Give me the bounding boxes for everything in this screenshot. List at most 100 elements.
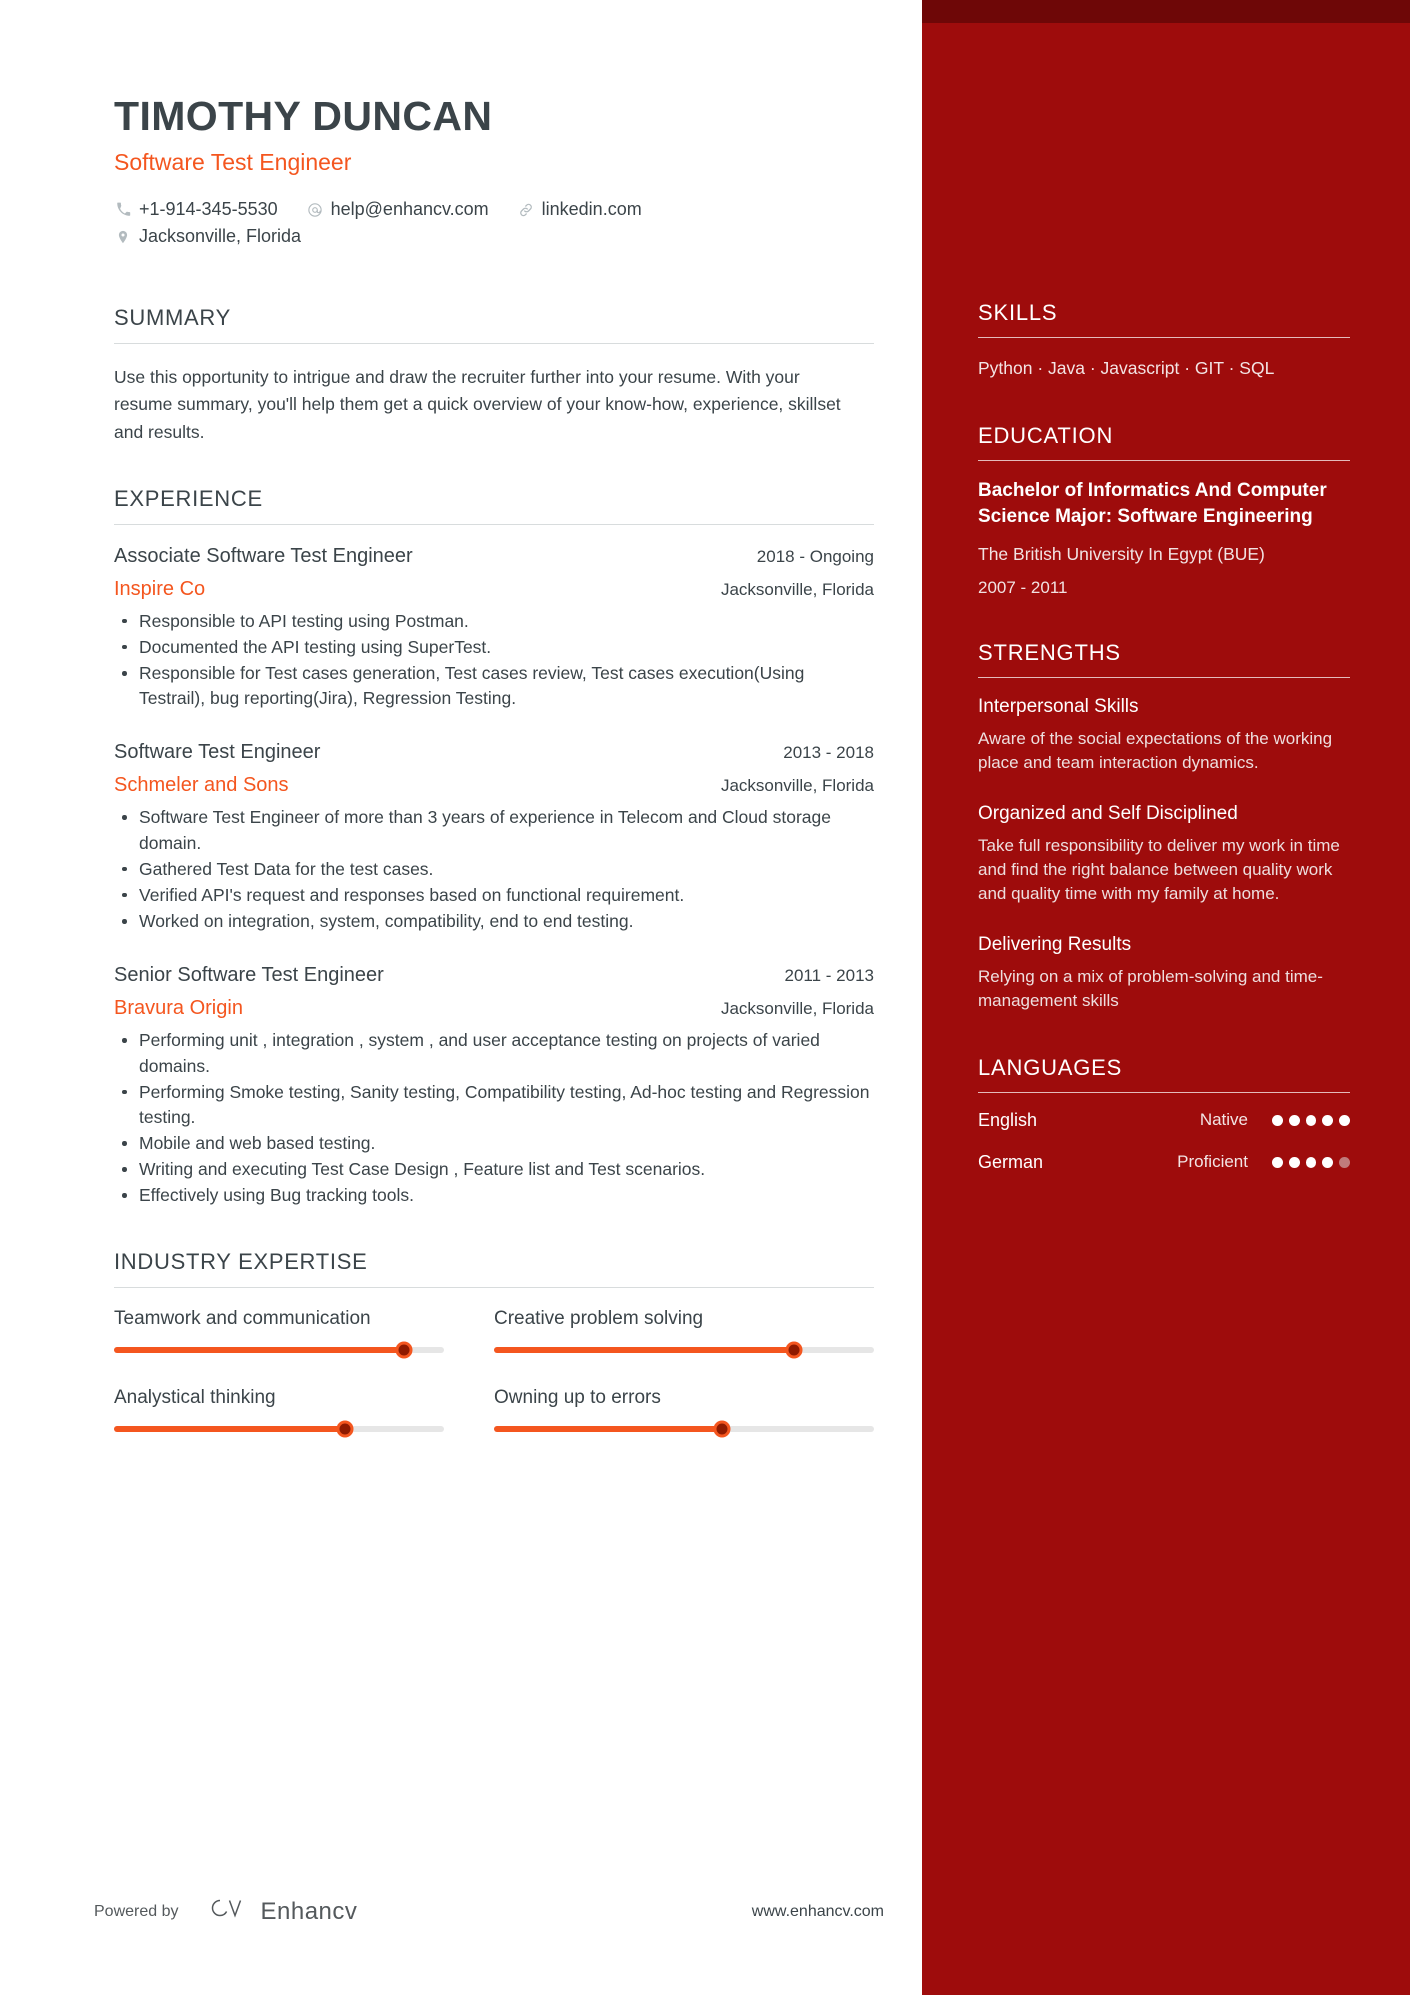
contact-email[interactable]: help@enhancv.com (306, 199, 489, 220)
experience-bullet: Performing unit , integration , system ,… (114, 1028, 874, 1078)
expertise-slider-track[interactable] (114, 1420, 444, 1438)
expertise-slider-track[interactable] (494, 1341, 874, 1359)
experience-company: Bravura Origin (114, 997, 243, 1020)
language-row: German Proficient (978, 1152, 1350, 1173)
contact-link-text: linkedin.com (541, 199, 642, 220)
strength-title: Interpersonal Skills (978, 696, 1139, 718)
page-title: TIMOTHY DUNCAN (114, 93, 493, 139)
education-dates: 2007 - 2011 (978, 578, 1068, 598)
languages-heading: LANGUAGES (978, 1055, 1350, 1093)
rating-dot-filled (1272, 1156, 1283, 1168)
experience-bullet: Writing and executing Test Case Design ,… (114, 1157, 874, 1182)
expertise-slider-knob[interactable] (336, 1420, 354, 1438)
experience-bullet: Worked on integration, system, compatibi… (114, 909, 874, 934)
expertise-slider-knob[interactable] (785, 1341, 803, 1359)
strength-title: Delivering Results (978, 934, 1132, 956)
expertise-label: Owning up to errors (494, 1386, 661, 1408)
experience-dates: 2018 - Ongoing (756, 546, 874, 566)
experience-location: Jacksonville, Florida (720, 999, 874, 1019)
experience-company: Inspire Co (114, 577, 206, 600)
skills-list: Python · Java · Javascript · GIT · SQL (978, 358, 1275, 378)
expertise-item: Owning up to errors (494, 1386, 874, 1438)
skills-heading: SKILLS (978, 300, 1350, 338)
footer: Powered by Enhancv www.enhancv.com (94, 1896, 884, 1927)
sidebar-section-languages: LANGUAGES English Native German Proficie… (978, 1055, 1350, 1173)
expertise-item: Creative problem solving (494, 1308, 874, 1359)
experience-role: Associate Software Test Engineer (114, 544, 413, 567)
expertise-item: Teamwork and communication (114, 1307, 494, 1359)
contact-email-text: help@enhancv.com (330, 199, 489, 220)
experience-bullet: Mobile and web based testing. (114, 1131, 874, 1156)
experience-bullet: Responsible to API testing using Postman… (114, 609, 874, 634)
expertise-slider-track[interactable] (494, 1420, 874, 1438)
strength-item: Delivering Results Relying on a mix of p… (978, 933, 1350, 1013)
expertise-slider-fill (494, 1346, 795, 1353)
contact-row-location: Jacksonville, Florida (114, 226, 922, 247)
language-level: Native (1199, 1110, 1248, 1130)
experience-bullet: Software Test Engineer of more than 3 ye… (114, 805, 874, 855)
education-heading: EDUCATION (978, 423, 1350, 462)
contact-location-text: Jacksonville, Florida (139, 226, 302, 247)
experience-heading: EXPERIENCE (114, 486, 874, 525)
rating-dot-filled (1288, 1156, 1300, 1168)
expertise-slider-knob[interactable] (713, 1420, 731, 1438)
sidebar-section-strengths: STRENGTHS Interpersonal Skills Aware of … (978, 640, 1350, 1013)
contact-link[interactable]: linkedin.com (517, 199, 642, 220)
header-job-title: Software Test Engineer (114, 149, 352, 176)
resume-page: SKILLS Python · Java · Javascript · GIT … (0, 0, 1410, 1995)
contact-phone-text: +1-914-345-5530 (139, 199, 278, 220)
industry-expertise-heading: INDUSTRY EXPERTISE (114, 1249, 874, 1288)
enhancv-logo: Enhancv (207, 1896, 358, 1927)
language-rating-dots (1272, 1114, 1350, 1126)
experience-dates: 2013 - 2018 (783, 743, 874, 763)
language-name: German (978, 1151, 1044, 1172)
experience-role-row: Software Test Engineer 2013 - 2018 (114, 741, 874, 764)
rating-dot-filled (1322, 1114, 1334, 1126)
experience-company-row: Bravura Origin Jacksonville, Florida (114, 987, 874, 1020)
expertise-slider-track[interactable] (114, 1341, 444, 1359)
experience-location: Jacksonville, Florida (720, 776, 874, 796)
expertise-label: Teamwork and communication (114, 1307, 371, 1329)
experience-company-row: Schmeler and Sons Jacksonville, Florida (114, 764, 874, 797)
language-rating-dots (1272, 1156, 1350, 1168)
experience-bullet: Effectively using Bug tracking tools. (114, 1183, 874, 1208)
rating-dot-filled (1305, 1114, 1317, 1126)
summary-heading: SUMMARY (114, 305, 874, 345)
strengths-list: Interpersonal Skills Aware of the social… (978, 695, 1350, 1013)
strength-title: Organized and Self Disciplined (978, 802, 1238, 824)
strength-description: Take full responsibility to deliver my w… (978, 835, 1340, 903)
summary-text: Use this opportunity to intrigue and dra… (114, 367, 841, 442)
footer-url[interactable]: www.enhancv.com (752, 1903, 884, 1921)
experience-company: Schmeler and Sons (114, 774, 289, 797)
strength-item: Interpersonal Skills Aware of the social… (978, 695, 1350, 775)
experience-dates: 2011 - 2013 (784, 966, 874, 986)
expertise-slider-knob[interactable] (395, 1341, 413, 1359)
experience-item: Associate Software Test Engineer 2018 - O… (114, 545, 874, 712)
location-pin-icon (114, 228, 132, 246)
section-experience: EXPERIENCE Associate Software Test Engin… (114, 486, 874, 1209)
experience-role-row: Senior Software Test Engineer 2011 - 2013 (114, 964, 874, 987)
language-level: Proficient (1177, 1152, 1248, 1172)
sidebar-section-education: EDUCATION Bachelor of Informatics And Co… (978, 423, 1350, 598)
rating-dot-filled (1272, 1114, 1283, 1126)
experience-bullets: Software Test Engineer of more than 3 ye… (114, 805, 874, 934)
link-icon (517, 201, 535, 219)
experience-bullet: Documented the API testing using SuperTe… (114, 635, 874, 660)
section-summary: SUMMARY Use this opportunity to intrigue… (114, 305, 874, 445)
rating-dot-filled (1322, 1156, 1334, 1168)
expertise-item: Analystical thinking (114, 1387, 494, 1438)
rating-dot-filled (1305, 1156, 1317, 1168)
rating-dot-filled (1339, 1114, 1350, 1126)
powered-by-label: Powered by (94, 1902, 179, 1920)
enhancv-wordmark: Enhancv (260, 1897, 358, 1925)
experience-bullet: Performing Smoke testing, Sanity testing… (114, 1080, 874, 1130)
contact-phone[interactable]: +1-914-345-5530 (114, 199, 278, 220)
experience-role: Software Test Engineer (114, 741, 321, 764)
experience-company-row: Inspire Co Jacksonville, Florida (114, 568, 874, 601)
education-school: The British University In Egypt (BUE) (978, 543, 1265, 564)
strength-description: Relying on a mix of problem-solving and … (978, 966, 1323, 1010)
language-name: English (978, 1109, 1038, 1130)
rating-dot-filled (1288, 1114, 1300, 1126)
email-icon (306, 201, 324, 219)
strength-item: Organized and Self Disciplined Take full… (978, 802, 1350, 906)
